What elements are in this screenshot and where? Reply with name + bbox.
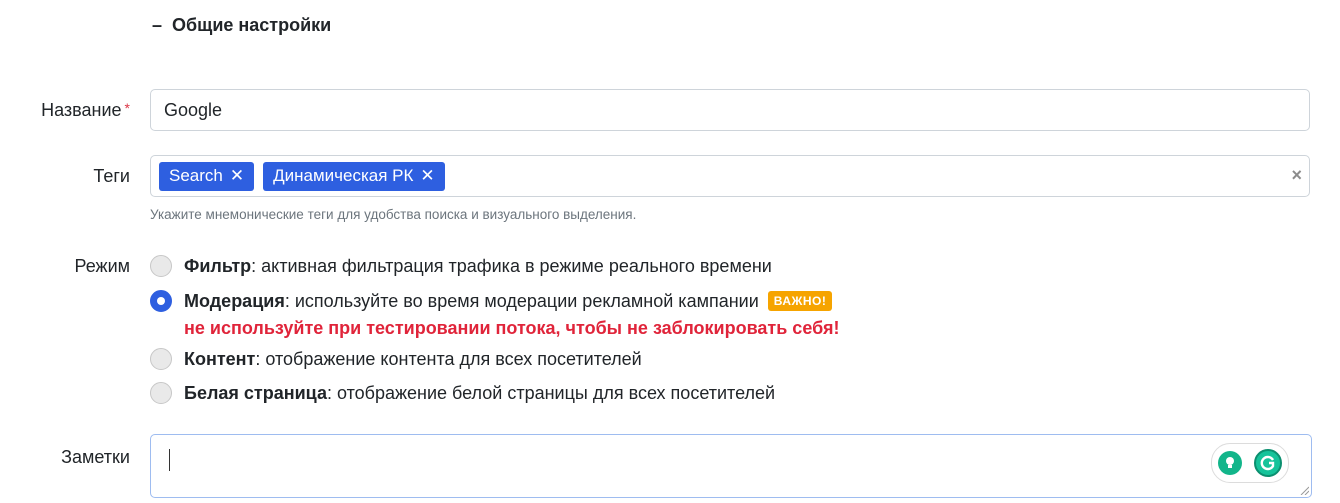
name-input[interactable]: Google (150, 89, 1310, 131)
lightbulb-icon[interactable] (1218, 451, 1242, 475)
required-mark: * (124, 100, 130, 116)
close-icon[interactable]: ✕ (420, 166, 434, 186)
tags-label: Теги (93, 166, 130, 186)
option-title: Фильтр (184, 255, 252, 276)
mode-option-filter[interactable]: Фильтр : активная фильтрация трафика в р… (150, 255, 772, 277)
collapse-toggle[interactable]: – (152, 15, 162, 36)
option-description: : отображение контента для всех посетите… (255, 348, 642, 369)
radio-button[interactable] (150, 348, 172, 370)
grammarly-widget[interactable] (1211, 443, 1289, 483)
name-input-value: Google (164, 99, 223, 120)
resize-handle-icon[interactable] (1300, 486, 1309, 495)
mode-option-white-page[interactable]: Белая страница : отображение белой стран… (150, 382, 775, 404)
option-description: : используйте во время модерации рекламн… (284, 290, 759, 311)
mode-label: Режим (74, 256, 131, 276)
moderation-warning: не используйте при тестировании потока, … (184, 318, 840, 338)
tag-search: Search ✕ (159, 161, 255, 191)
radio-button[interactable] (150, 382, 172, 404)
option-description: : активная фильтрация трафика в режиме р… (251, 255, 772, 276)
option-description: : отображение белой страницы для всех по… (326, 382, 776, 403)
radio-button[interactable] (150, 255, 172, 277)
mode-option-moderation[interactable]: Модерация : используйте во время модерац… (150, 290, 833, 312)
radio-button-checked[interactable] (150, 290, 172, 312)
section-header[interactable]: – Общие настройки (152, 15, 331, 36)
notes-label: Заметки (61, 447, 130, 467)
name-label: Название * (41, 100, 130, 121)
option-title: Контент (184, 348, 256, 369)
tag-label: Динамическая РК (273, 166, 414, 185)
tag-dynamic-rk: Динамическая РК ✕ (263, 161, 445, 191)
tags-help-text: Укажите мнемонические теги для удобства … (150, 207, 637, 222)
grammarly-icon[interactable] (1254, 449, 1282, 477)
notes-textarea[interactable] (150, 434, 1312, 498)
close-icon[interactable]: ✕ (230, 166, 244, 186)
clear-all-icon[interactable]: × (1291, 165, 1302, 186)
tags-input[interactable]: Search ✕ Динамическая РК ✕ × (150, 155, 1310, 197)
text-caret (169, 449, 170, 471)
tag-label: Search (169, 166, 223, 185)
important-badge: ВАЖНО! (767, 291, 833, 311)
mode-option-content[interactable]: Контент : отображение контента для всех … (150, 348, 642, 370)
name-label-text: Название (41, 100, 122, 120)
option-title: Модерация (184, 290, 285, 311)
option-title: Белая страница (184, 382, 327, 403)
section-title: Общие настройки (172, 15, 332, 35)
